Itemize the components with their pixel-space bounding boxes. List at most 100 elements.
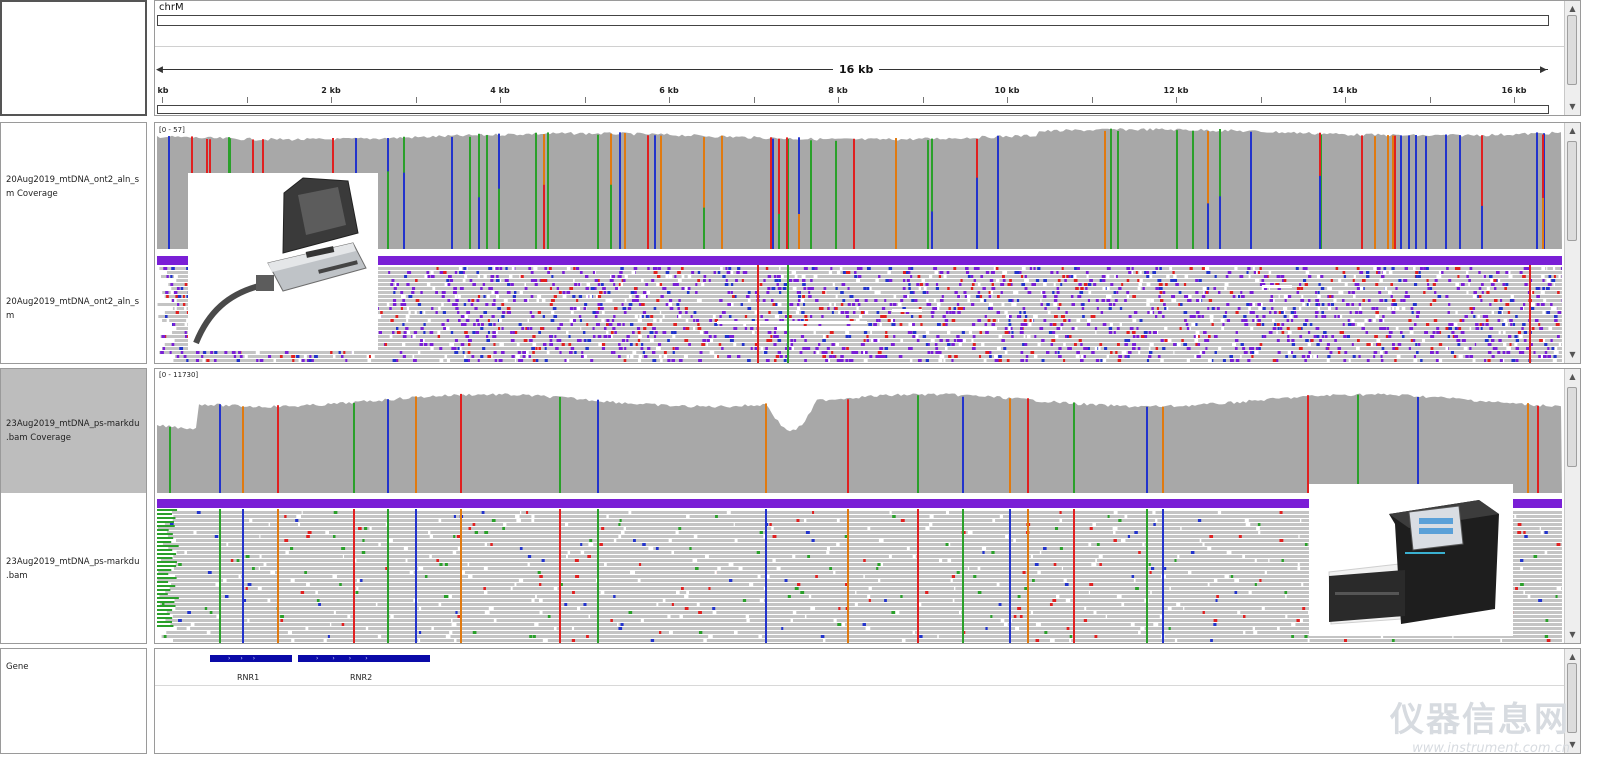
read-mismatch [329,363,331,364]
variant-column [242,509,244,643]
read-mismatch [1356,267,1360,270]
read-mismatch [1006,315,1009,318]
read-mismatch [1391,267,1395,270]
ruler-scrollbar[interactable]: ▲ ▼ [1564,1,1580,115]
read-mismatch [584,303,588,306]
read-mismatch [1024,323,1028,326]
ruler-tick-label: 2 kb [321,86,341,95]
ont-coverage-track-name[interactable]: 20Aug2019_mtDNA_ont2_aln_s m Coverage [6,173,146,201]
read-mismatch [651,279,655,282]
read-mismatch [1261,323,1265,326]
read-mismatch [1508,275,1513,278]
read-mismatch [653,319,657,322]
read-mismatch [701,283,705,286]
chromosome-ideogram[interactable] [157,15,1549,26]
read-mismatch [1150,299,1154,302]
aligned-read [793,363,953,364]
read-mismatch [531,515,535,518]
ps-alignment-track-name[interactable]: 23Aug2019_mtDNA_ps-markdu .bam [6,555,146,583]
aligned-read [430,531,621,534]
aligned-read [269,523,386,526]
read-mismatch [633,287,638,290]
ont-scrollbar[interactable]: ▲ ▼ [1564,123,1580,363]
read-mismatch [490,279,494,282]
read-mismatch [1273,311,1277,314]
chevron-down-icon[interactable]: ▼ [1565,101,1580,113]
read-mismatch [595,311,599,314]
read-mismatch [572,295,576,298]
aligned-read [266,563,468,566]
gene-track-name[interactable]: Gene [6,660,146,674]
read-mismatch [465,335,470,338]
read-mismatch [791,347,795,350]
read-mismatch [906,279,910,282]
read-mismatch [472,631,477,634]
read-mismatch [1510,323,1513,326]
read-mismatch [1306,355,1310,358]
read-mismatch [1106,287,1110,290]
read-mismatch [1522,323,1526,326]
read-mismatch [174,299,177,302]
variant-column [242,406,244,493]
read-mismatch [424,575,428,578]
scroll-thumb[interactable] [1567,387,1577,467]
chevron-down-icon[interactable]: ▼ [1565,349,1580,361]
chevron-down-icon[interactable]: ▼ [1565,629,1580,641]
scroll-thumb[interactable] [1567,141,1577,241]
chevron-up-icon[interactable]: ▲ [1565,3,1580,15]
aligned-read [536,595,685,598]
read-mismatch [1261,279,1265,282]
gene-feature-rnr1[interactable]: ››› [210,655,292,662]
read-mismatch [933,267,938,270]
ps-scrollbar[interactable]: ▲ ▼ [1564,369,1580,643]
read-mismatch [1554,347,1558,350]
read-mismatch [1213,335,1218,338]
read-mismatch [1073,343,1077,346]
read-mismatch [863,559,866,562]
ps-coverage-track-name[interactable]: 23Aug2019_mtDNA_ps-markdu .bam Coverage [6,417,146,445]
read-mismatch [635,295,639,298]
read-mismatch [1269,311,1272,314]
read-mismatch [1509,319,1513,322]
read-mismatch [462,351,465,354]
chevron-up-icon[interactable]: ▲ [1565,371,1580,383]
read-mismatch [1375,307,1379,310]
chevron-up-icon[interactable]: ▲ [1565,651,1580,663]
read-mismatch [939,339,943,342]
read-mismatch [464,359,468,362]
read-mismatch [680,587,684,590]
chevron-up-icon[interactable]: ▲ [1565,125,1580,137]
read-mismatch [1195,291,1199,294]
read-mismatch [580,551,585,554]
read-mismatch [638,303,642,306]
gene-feature-rnr2[interactable]: ›››› [298,655,430,662]
aligned-read [306,355,413,358]
read-mismatch [813,331,816,334]
aligned-read [528,319,638,322]
read-mismatch [727,303,731,306]
read-mismatch [925,359,929,362]
read-mismatch [1101,275,1106,278]
read-mismatch [617,323,621,326]
aligned-read [331,623,452,626]
read-mismatch [802,303,806,306]
read-mismatch [709,319,713,322]
read-mismatch [1523,267,1528,270]
read-mismatch [1258,307,1262,310]
read-mismatch [902,271,906,274]
aligned-read [1540,295,1562,298]
read-mismatch [831,311,834,314]
aligned-read [612,335,823,338]
aligned-read [871,331,1096,334]
ont-name-panel: 20Aug2019_mtDNA_ont2_aln_s m Coverage 20… [0,122,147,364]
ont-alignment-track-name[interactable]: 20Aug2019_mtDNA_ont2_aln_s m [6,295,146,323]
scroll-thumb[interactable] [1567,15,1577,85]
read-mismatch [1192,315,1196,318]
ps-coverage-plot[interactable] [157,369,1562,495]
read-mismatch [684,339,689,342]
aligned-read [653,547,827,550]
read-mismatch [840,303,844,306]
aligned-read [467,315,663,318]
coverage-area [157,393,1562,493]
aligned-read [166,611,334,614]
